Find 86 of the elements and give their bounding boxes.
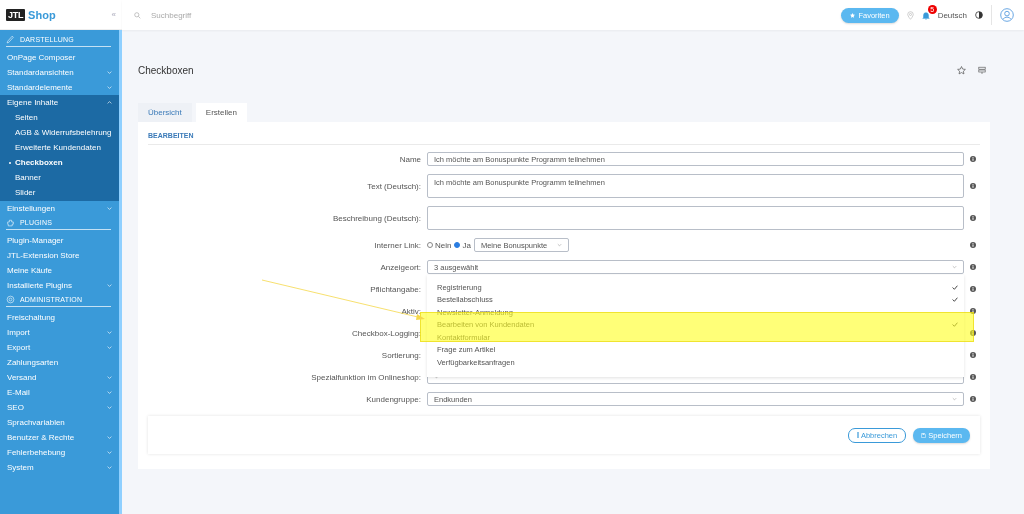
sidebar-item[interactable]: Zahlungsarten bbox=[0, 355, 119, 370]
info-icon[interactable] bbox=[970, 286, 976, 292]
language-selector[interactable]: Deutsch bbox=[937, 10, 967, 20]
info-icon[interactable] bbox=[970, 330, 976, 336]
sidebar-item[interactable]: OnPage Composer bbox=[0, 50, 119, 65]
sidebar-subitem[interactable]: Checkboxen bbox=[0, 155, 119, 170]
sidebar-item[interactable]: Import bbox=[0, 325, 119, 340]
sidebar-item[interactable]: Standardelemente bbox=[0, 80, 119, 95]
chevron-down-icon bbox=[107, 390, 112, 395]
chevron-down-icon bbox=[107, 70, 112, 75]
star-icon bbox=[850, 12, 856, 18]
info-icon[interactable] bbox=[970, 156, 976, 162]
chevron-down-icon bbox=[107, 283, 112, 288]
collapse-toggle[interactable]: « bbox=[111, 10, 116, 19]
info-icon[interactable] bbox=[970, 215, 976, 221]
sidebar-subitem[interactable]: Erweiterte Kundendaten bbox=[0, 140, 119, 155]
chevron-down-icon bbox=[107, 465, 112, 470]
sidebar-item[interactable]: JTL-Extension Store bbox=[0, 248, 119, 263]
sidebar-item[interactable]: Freischaltung bbox=[0, 310, 119, 325]
field-label: Beschreibung (Deutsch): bbox=[331, 213, 421, 223]
chevron-down-icon bbox=[107, 405, 112, 410]
field-label: Interner Link: bbox=[373, 240, 421, 250]
field-label: Text (Deutsch): bbox=[366, 181, 421, 191]
chevron-down-icon bbox=[107, 206, 112, 211]
sidebar-item[interactable]: Meine Käufe bbox=[0, 263, 119, 278]
sidebar-item[interactable]: SEO bbox=[0, 400, 119, 415]
tab[interactable]: Erstellen bbox=[195, 103, 247, 122]
field-label: Name bbox=[398, 154, 421, 164]
field-label: Sortierung: bbox=[380, 350, 421, 360]
floppy-disk-icon bbox=[921, 432, 927, 438]
chevron-down-icon bbox=[107, 450, 112, 455]
sidebar-item[interactable]: Export bbox=[0, 340, 119, 355]
signpost-icon[interactable] bbox=[978, 66, 986, 74]
sidebar-subitem[interactable]: Slider bbox=[0, 185, 119, 200]
field-label: Aktiv: bbox=[400, 306, 421, 316]
section-icon bbox=[6, 218, 15, 227]
page-title: Checkboxen bbox=[138, 64, 195, 76]
field-label: Anzeigeort: bbox=[379, 262, 421, 272]
star-icon[interactable] bbox=[957, 65, 966, 75]
chevron-down-icon bbox=[556, 243, 562, 247]
info-icon[interactable] bbox=[970, 183, 976, 189]
chevron-up-icon bbox=[107, 100, 112, 105]
field-label: Pflichtangabe: bbox=[369, 284, 421, 294]
sidebar-item[interactable]: Versand bbox=[0, 370, 119, 385]
radio-option[interactable]: Ja bbox=[454, 240, 471, 250]
bar-icon bbox=[856, 432, 859, 438]
sidebar-item[interactable]: Installierte Plugins bbox=[0, 278, 119, 293]
chevron-down-icon bbox=[107, 375, 112, 380]
sidebar-item[interactable]: Fehlerbehebung bbox=[0, 445, 119, 460]
field-label: Kundengruppe: bbox=[365, 394, 421, 404]
sidebar-item[interactable]: Plugin-Manager bbox=[0, 233, 119, 248]
sidebar-item[interactable]: Eigene Inhalte bbox=[0, 95, 119, 110]
info-icon[interactable] bbox=[970, 396, 976, 402]
field-label: Spezialfunktion im Onlineshop: bbox=[310, 372, 421, 382]
info-icon[interactable] bbox=[970, 308, 976, 314]
sidebar-item[interactable]: Benutzer & Rechte bbox=[0, 430, 119, 445]
radio-button[interactable] bbox=[454, 242, 461, 248]
sidebar-item[interactable]: Standardansichten bbox=[0, 65, 119, 80]
info-icon[interactable] bbox=[970, 352, 976, 358]
sidebar-subitem[interactable]: Banner bbox=[0, 170, 119, 185]
contrast-icon[interactable] bbox=[975, 11, 983, 19]
section-icon bbox=[6, 295, 15, 304]
sidebar-item[interactable]: System bbox=[0, 460, 119, 475]
section-icon bbox=[6, 35, 15, 44]
chevron-down-icon bbox=[107, 345, 112, 350]
chevron-down-icon bbox=[952, 397, 957, 401]
sidebar-subitem[interactable]: Seiten bbox=[0, 110, 119, 125]
search-field[interactable]: Suchbegriff bbox=[149, 9, 273, 21]
info-icon[interactable] bbox=[970, 374, 976, 380]
sidebar-item[interactable]: Sprachvariablen bbox=[0, 415, 119, 430]
sidebar-item[interactable]: Einstellungen bbox=[0, 201, 119, 216]
chevron-down-icon bbox=[107, 330, 112, 335]
chevron-down-icon bbox=[434, 375, 439, 379]
tab[interactable]: Übersicht bbox=[138, 103, 192, 122]
radio-option[interactable]: Nein bbox=[427, 240, 452, 250]
chevron-down-icon bbox=[107, 435, 112, 440]
chevron-down-icon bbox=[107, 85, 112, 90]
sidebar-subitem[interactable]: AGB & Widerrufsbelehrung bbox=[0, 125, 119, 140]
sidebar-item[interactable]: E-Mail bbox=[0, 385, 119, 400]
info-icon[interactable] bbox=[970, 242, 976, 248]
logo-text: Shop bbox=[28, 8, 56, 21]
bell-icon[interactable] bbox=[921, 10, 930, 20]
logo-mark: JTL bbox=[6, 8, 26, 21]
search-icon bbox=[134, 11, 141, 19]
info-icon[interactable] bbox=[970, 264, 976, 270]
chevron-down-icon bbox=[952, 265, 957, 269]
